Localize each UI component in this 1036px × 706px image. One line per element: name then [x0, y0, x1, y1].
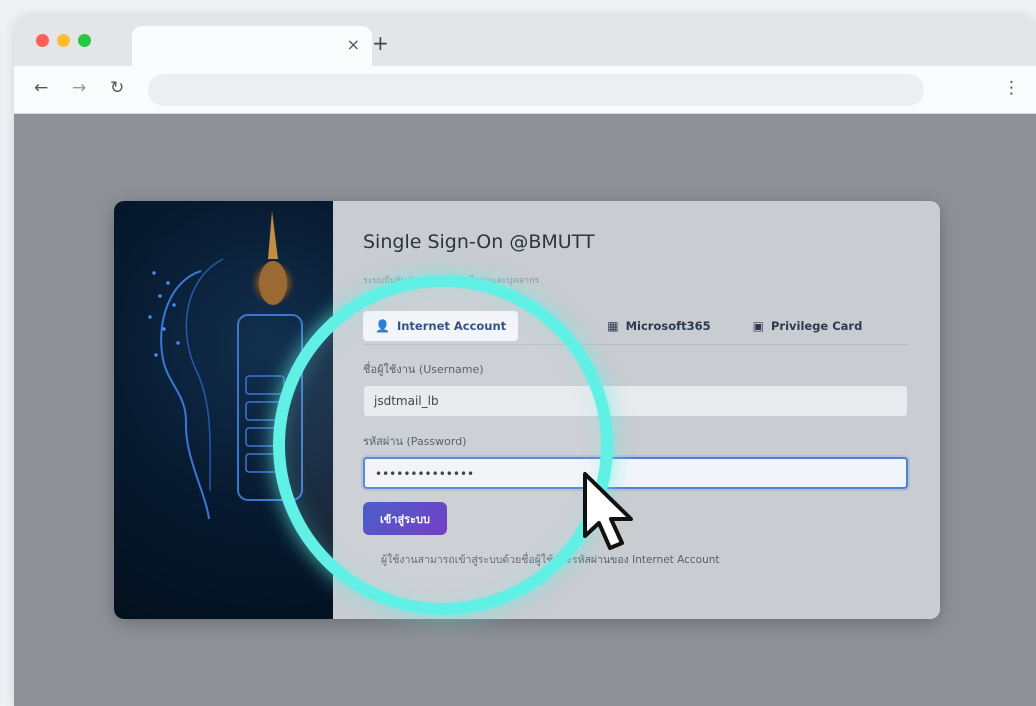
sso-login-card: Single Sign-On @BMUTT ระบบยืนยันตัวตนสำห…	[114, 201, 940, 619]
tab-internet-account[interactable]: 👤 Internet Account	[363, 310, 519, 341]
page-content: Single Sign-On @BMUTT ระบบยืนยันตัวตนสำห…	[14, 114, 1036, 706]
forward-icon[interactable]: →	[72, 78, 86, 98]
minimize-window-button[interactable]	[57, 34, 70, 47]
tab-microsoft365[interactable]: ▦ Microsoft365	[595, 311, 722, 341]
username-label: ชื่อผู้ใช้งาน (Username)	[363, 363, 484, 376]
address-bar[interactable]	[148, 74, 924, 106]
login-method-tabs: 👤 Internet Account ⊕ ▦ Microsoft365 ▣ Pr…	[363, 307, 908, 345]
tab-label: Privilege Card	[770, 318, 863, 333]
page-title: Single Sign-On @BMUTT	[363, 231, 595, 253]
page-subtitle: ระบบยืนยันตัวตนสำหรับนักศึกษาและบุคลากร	[363, 276, 540, 286]
tab-label: Microsoft365	[625, 318, 711, 333]
login-button[interactable]: เข้าสู่ระบบ	[363, 502, 447, 535]
tab-label: Internet Account	[396, 318, 507, 333]
back-icon[interactable]: ←	[34, 78, 48, 98]
window-controls	[36, 34, 91, 47]
user-icon: 👤	[375, 318, 390, 333]
tab-strip: × +	[14, 14, 1036, 66]
digital-face-illustration	[148, 211, 303, 520]
username-field[interactable]: jsdtmail_lb	[363, 385, 908, 417]
close-tab-icon[interactable]: ×	[347, 35, 360, 54]
active-browser-tab[interactable]: ×	[132, 26, 372, 66]
login-panel: Single Sign-On @BMUTT ระบบยืนยันตัวตนสำห…	[333, 201, 940, 619]
card-icon: ▣	[752, 318, 764, 333]
reload-icon[interactable]: ↻	[110, 78, 124, 98]
maximize-window-button[interactable]	[78, 34, 91, 47]
user-circle-icon: ⊕	[548, 318, 559, 333]
browser-menu-icon[interactable]: ⋮	[1003, 78, 1020, 98]
tab-user-circle[interactable]: ⊕	[536, 311, 577, 341]
browser-toolbar: ← → ↻ ⋮	[14, 66, 1036, 114]
password-label: รหัสผ่าน (Password)	[363, 435, 467, 448]
browser-window: × + ← → ↻ ⋮ Single Sign-On @BMUTT ระบบยื…	[14, 14, 1036, 706]
password-field[interactable]: ••••••••••••••	[363, 457, 908, 489]
hero-illustration	[114, 201, 333, 619]
new-tab-icon[interactable]: +	[372, 31, 389, 55]
tab-privilege-card[interactable]: ▣ Privilege Card	[741, 311, 875, 341]
login-note: ผู้ใช้งานสามารถเข้าสู่ระบบด้วยชื่อผู้ใช้…	[381, 554, 720, 566]
windows-icon: ▦	[607, 318, 619, 333]
close-window-button[interactable]	[36, 34, 49, 47]
